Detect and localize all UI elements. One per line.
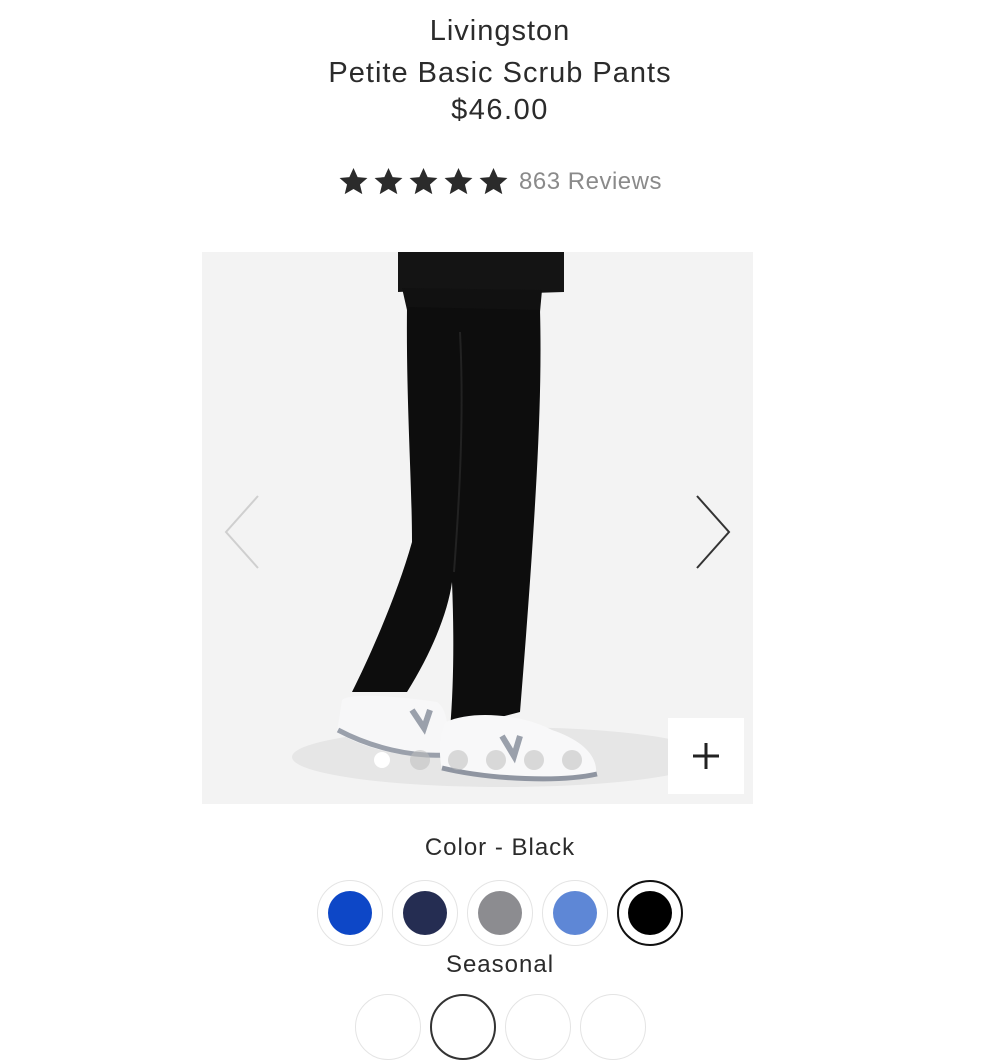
star-icon (479, 167, 508, 195)
next-image-button[interactable] (691, 492, 735, 572)
star-icon (444, 167, 473, 195)
pagination-dot[interactable] (562, 750, 582, 770)
plus-icon (693, 743, 719, 769)
chevron-right-icon (696, 495, 731, 569)
previous-image-button[interactable] (220, 492, 264, 572)
color-swatches (0, 880, 1000, 946)
seasonal-swatch[interactable] (579, 994, 646, 1060)
product-title: Livingston Petite Basic Scrub Pants (0, 10, 1000, 94)
seasonal-swatch[interactable] (429, 994, 496, 1060)
color-swatch-gray[interactable] (467, 880, 533, 946)
swatch-fill (478, 891, 522, 935)
product-price: $46.00 (451, 94, 549, 126)
seasonal-swatch[interactable] (354, 994, 421, 1060)
color-swatch-navy[interactable] (392, 880, 458, 946)
star-icon (339, 167, 368, 195)
color-swatch-ceil-blue[interactable] (542, 880, 608, 946)
star-icon (374, 167, 403, 195)
pagination-dot[interactable] (410, 750, 430, 770)
seasonal-swatch[interactable] (504, 994, 571, 1060)
reviews-link[interactable]: 863 Reviews (519, 168, 662, 196)
seasonal-label: Seasonal (445, 951, 555, 978)
swatch-fill (403, 891, 447, 935)
color-swatch-royal-blue[interactable] (317, 880, 383, 946)
pagination-dot[interactable] (486, 750, 506, 770)
color-label: Color - Black (424, 834, 576, 861)
chevron-left-icon (224, 495, 259, 569)
seasonal-swatches (0, 994, 1000, 1060)
rating[interactable]: 863 Reviews (0, 166, 1000, 197)
image-pagination (372, 750, 582, 770)
swatch-fill (328, 891, 372, 935)
star-icon (409, 167, 438, 195)
star-rating (338, 166, 509, 197)
swatch-fill (628, 891, 672, 935)
product-image-gallery[interactable] (202, 252, 753, 804)
product-name: Petite Basic Scrub Pants (328, 57, 672, 89)
swatch-fill (553, 891, 597, 935)
pagination-dot[interactable] (524, 750, 544, 770)
pagination-dot[interactable] (448, 750, 468, 770)
pagination-dot[interactable] (374, 752, 390, 768)
color-swatch-black[interactable] (617, 880, 683, 946)
product-brand: Livingston (429, 15, 571, 47)
zoom-button[interactable] (668, 718, 744, 794)
